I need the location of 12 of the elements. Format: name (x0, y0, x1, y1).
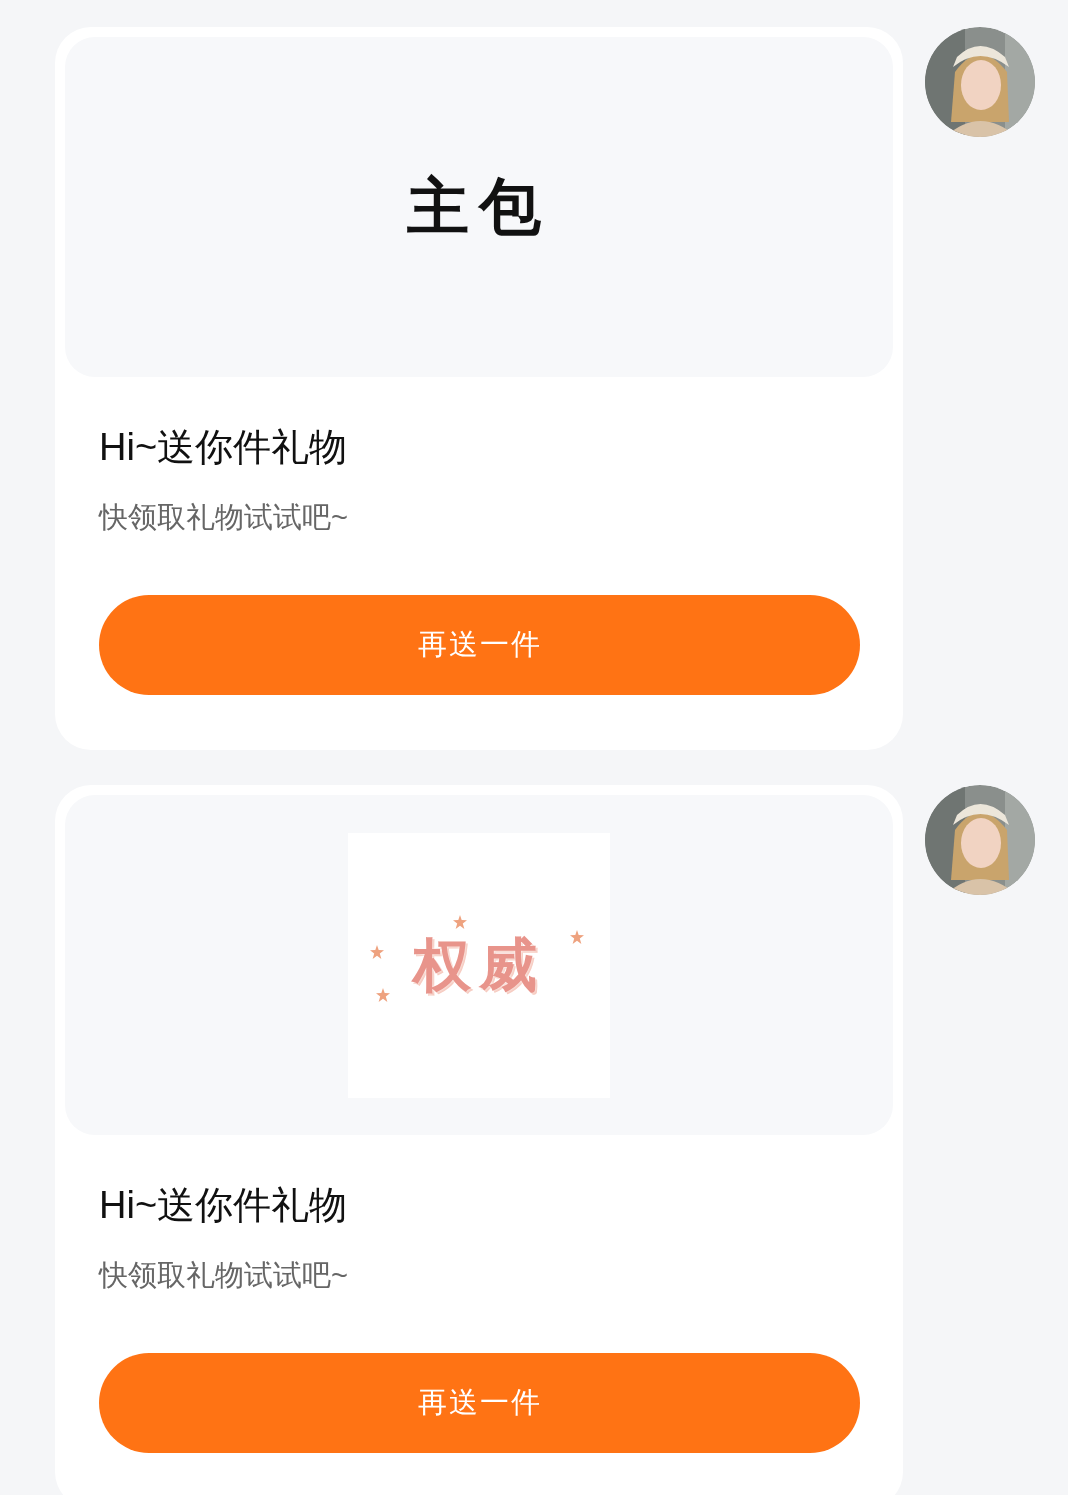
send-again-button[interactable]: 再送一件 (99, 595, 860, 695)
star-icon (376, 987, 390, 1002)
card-title: Hi~送你件礼物 (99, 1183, 349, 1227)
star-icon (370, 944, 384, 959)
card-title: Hi~送你件礼物 (99, 425, 349, 469)
star-icon (453, 914, 467, 929)
gift-name: 主包 (407, 176, 551, 238)
send-again-button[interactable]: 再送一件 (99, 1353, 860, 1453)
card-subtitle: 快领取礼物试试吧~ (99, 1258, 349, 1293)
star-icon (570, 929, 584, 944)
card-subtitle: 快领取礼物试试吧~ (99, 500, 349, 535)
sticker-text: 权威 (413, 936, 545, 994)
